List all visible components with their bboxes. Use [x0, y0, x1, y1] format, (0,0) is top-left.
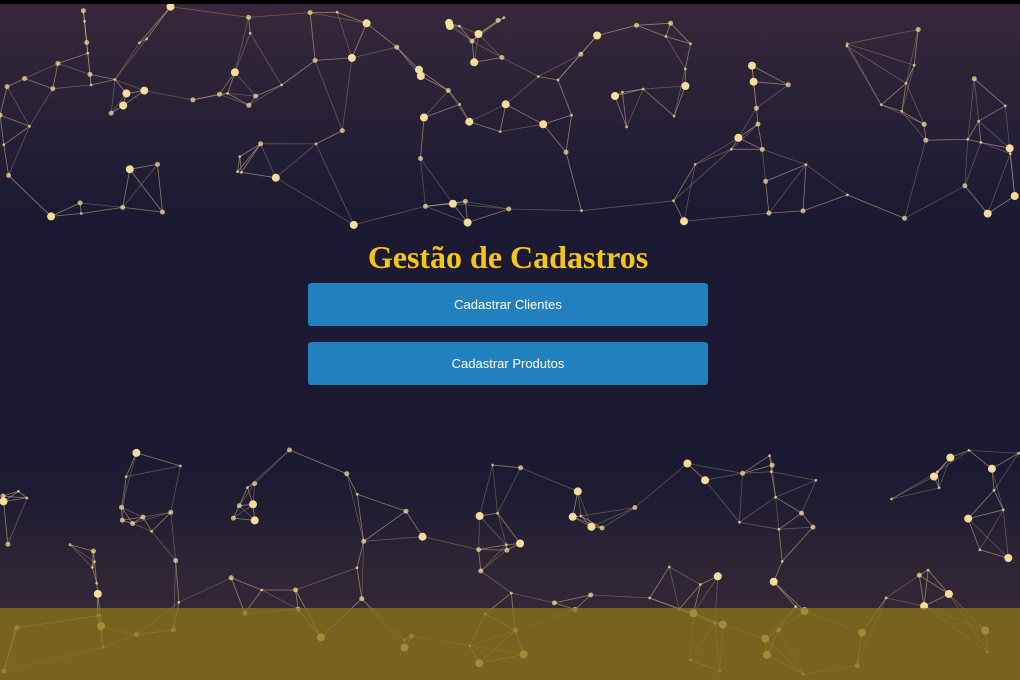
page: Gestão de Cadastros Cadastrar Clientes C… — [0, 0, 1020, 680]
main-panel: Gestão de Cadastros Cadastrar Clientes C… — [308, 236, 708, 385]
cadastrar-clientes-button[interactable]: Cadastrar Clientes — [308, 283, 708, 326]
page-title: Gestão de Cadastros — [367, 239, 649, 275]
top-bar — [0, 0, 1020, 4]
cadastrar-produtos-button[interactable]: Cadastrar Produtos — [308, 342, 708, 385]
footer-band — [0, 608, 1020, 680]
